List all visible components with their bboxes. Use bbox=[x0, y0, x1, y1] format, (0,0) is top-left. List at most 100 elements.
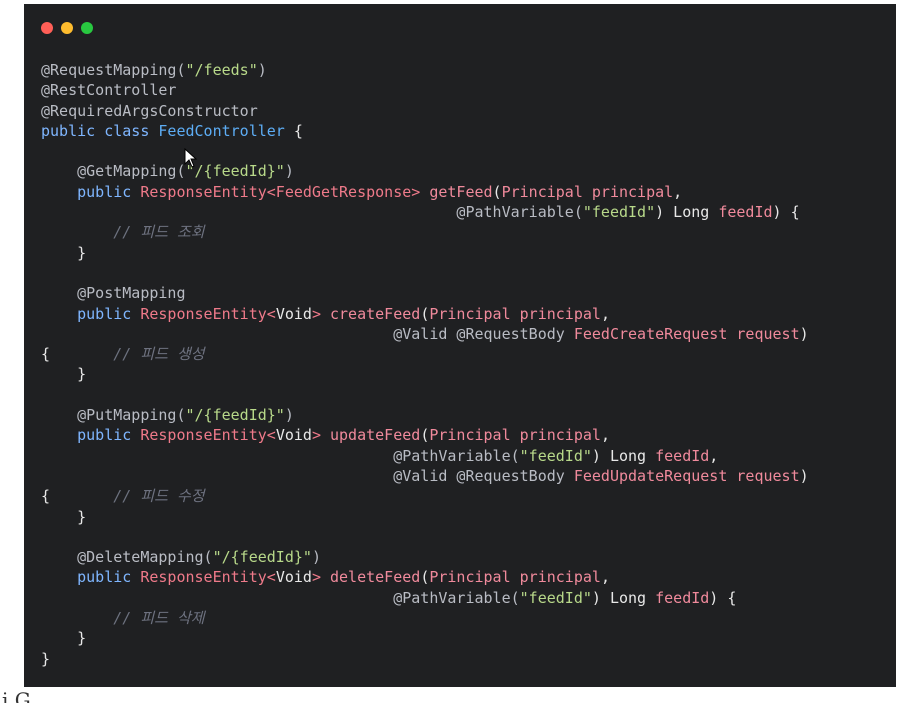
code-token: "/{feedId}" bbox=[212, 548, 312, 567]
code-token: { bbox=[41, 345, 114, 364]
code-token: } bbox=[41, 365, 87, 384]
code-token: @RestController bbox=[41, 81, 177, 100]
code-token: ResponseEntity< bbox=[140, 426, 276, 445]
code-line: { // 피드 생성 bbox=[41, 344, 809, 364]
code-line: @RestController bbox=[41, 80, 809, 100]
code-token: @PathVariable( bbox=[41, 446, 520, 465]
code-token: ) Long bbox=[591, 588, 656, 607]
code-line: @RequestMapping("/feeds") bbox=[41, 60, 809, 80]
code-token: public bbox=[41, 568, 141, 587]
code-token: public bbox=[41, 304, 141, 323]
code-token: "feedId" bbox=[519, 446, 592, 465]
code-token: // 피드 조회 bbox=[41, 223, 205, 242]
code-token: @PathVariable( bbox=[41, 588, 520, 607]
code-token: > bbox=[311, 304, 330, 323]
code-line: @PathVariable("feedId") Long feedId) { bbox=[41, 588, 809, 608]
code-token: } bbox=[41, 507, 87, 526]
code-line: // 피드 삭제 bbox=[41, 608, 809, 628]
code-token: ) { bbox=[709, 588, 737, 607]
code-token: // 피드 삭제 bbox=[41, 609, 205, 628]
code-line: @Valid @RequestBody FeedCreateRequest re… bbox=[41, 324, 809, 344]
code-token: @PostMapping bbox=[41, 284, 186, 303]
code-line: public ResponseEntity<Void> updateFeed(P… bbox=[41, 425, 809, 445]
code-line: public ResponseEntity<Void> createFeed(P… bbox=[41, 304, 809, 324]
code-token: getFeed bbox=[429, 182, 493, 201]
code-token: "/{feedId}" bbox=[185, 406, 285, 425]
code-token: ( bbox=[492, 182, 502, 201]
code-token: @DeleteMapping( bbox=[41, 548, 213, 567]
code-token: Principal principal bbox=[429, 304, 601, 323]
code-token: ) { bbox=[772, 203, 800, 222]
code-token: @PutMapping( bbox=[41, 406, 186, 425]
code-token: public bbox=[41, 426, 141, 445]
code-token: feedId bbox=[718, 203, 773, 222]
code-token: @RequestMapping( bbox=[41, 61, 186, 79]
code-token: Void bbox=[275, 426, 312, 445]
zoom-window-button[interactable] bbox=[81, 22, 93, 34]
code-token: deleteFeed bbox=[330, 568, 421, 587]
code-token: ) bbox=[311, 548, 321, 567]
code-token: FeedUpdateRequest request bbox=[573, 466, 800, 485]
code-token: public class bbox=[41, 121, 159, 140]
minimize-window-button[interactable] bbox=[61, 22, 73, 34]
page-footer-fragment: i G bbox=[0, 690, 120, 703]
code-token: , bbox=[709, 446, 719, 465]
code-token: FeedController bbox=[158, 121, 285, 140]
code-token: "/feeds" bbox=[185, 61, 258, 79]
code-line: @PathVariable("feedId") Long feedId) { bbox=[41, 202, 809, 222]
code-token: ( bbox=[420, 568, 430, 587]
footer-text: i G bbox=[2, 690, 31, 703]
code-token: > bbox=[311, 426, 330, 445]
code-line: { // 피드 수정 bbox=[41, 486, 809, 506]
code-token: "feedId" bbox=[519, 588, 592, 607]
code-line: public ResponseEntity<FeedGetResponse> g… bbox=[41, 182, 809, 202]
code-token: ) Long bbox=[655, 203, 719, 222]
code-token: ) bbox=[799, 324, 809, 343]
code-token: > bbox=[311, 568, 330, 587]
code-line: } bbox=[41, 628, 809, 648]
code-line: @DeleteMapping("/{feedId}") bbox=[41, 547, 809, 567]
code-line: } bbox=[41, 364, 809, 384]
code-token: "feedId" bbox=[582, 203, 656, 222]
code-line: @PathVariable("feedId") Long feedId, bbox=[41, 446, 809, 466]
code-token: , bbox=[600, 304, 610, 323]
code-token: ResponseEntity<FeedGetResponse> bbox=[140, 182, 430, 201]
code-token: , bbox=[600, 568, 610, 587]
code-line: } bbox=[41, 507, 809, 527]
code-window: @RequestMapping("/feeds") @RestController… bbox=[24, 4, 896, 687]
code-token: ) bbox=[257, 61, 267, 79]
code-token: , bbox=[600, 426, 610, 445]
code-line: @PutMapping("/{feedId}") bbox=[41, 405, 809, 425]
code-token: updateFeed bbox=[330, 426, 421, 445]
code-token: Void bbox=[275, 304, 312, 323]
code-token: createFeed bbox=[330, 304, 421, 323]
code-token: ) bbox=[799, 466, 809, 485]
code-line: @PostMapping bbox=[41, 283, 809, 303]
code-token: Principal principal bbox=[501, 182, 674, 201]
code-block: @RequestMapping("/feeds") @RestController… bbox=[41, 60, 809, 669]
close-window-button[interactable] bbox=[41, 22, 53, 34]
code-token: ResponseEntity< bbox=[140, 568, 276, 587]
code-token: // 피드 수정 bbox=[113, 487, 205, 506]
code-line: } bbox=[41, 649, 809, 669]
code-token: } bbox=[41, 243, 87, 262]
code-token: Principal principal bbox=[429, 426, 601, 445]
code-token: @Valid @RequestBody bbox=[41, 466, 574, 485]
code-token: @GetMapping( bbox=[41, 162, 186, 181]
code-token: @Valid @RequestBody bbox=[41, 324, 574, 343]
code-token: ( bbox=[420, 426, 430, 445]
code-token: @RequiredArgsConstructor bbox=[41, 101, 258, 120]
code-token: , bbox=[673, 182, 683, 201]
code-token: ) bbox=[284, 162, 294, 181]
code-token: ( bbox=[420, 304, 430, 323]
code-token: FeedCreateRequest request bbox=[573, 324, 800, 343]
code-token: } bbox=[41, 649, 51, 668]
code-line: // 피드 조회 bbox=[41, 222, 809, 242]
code-line: @Valid @RequestBody FeedUpdateRequest re… bbox=[41, 466, 809, 486]
code-token: { bbox=[41, 487, 114, 506]
code-token: ResponseEntity< bbox=[140, 304, 276, 323]
